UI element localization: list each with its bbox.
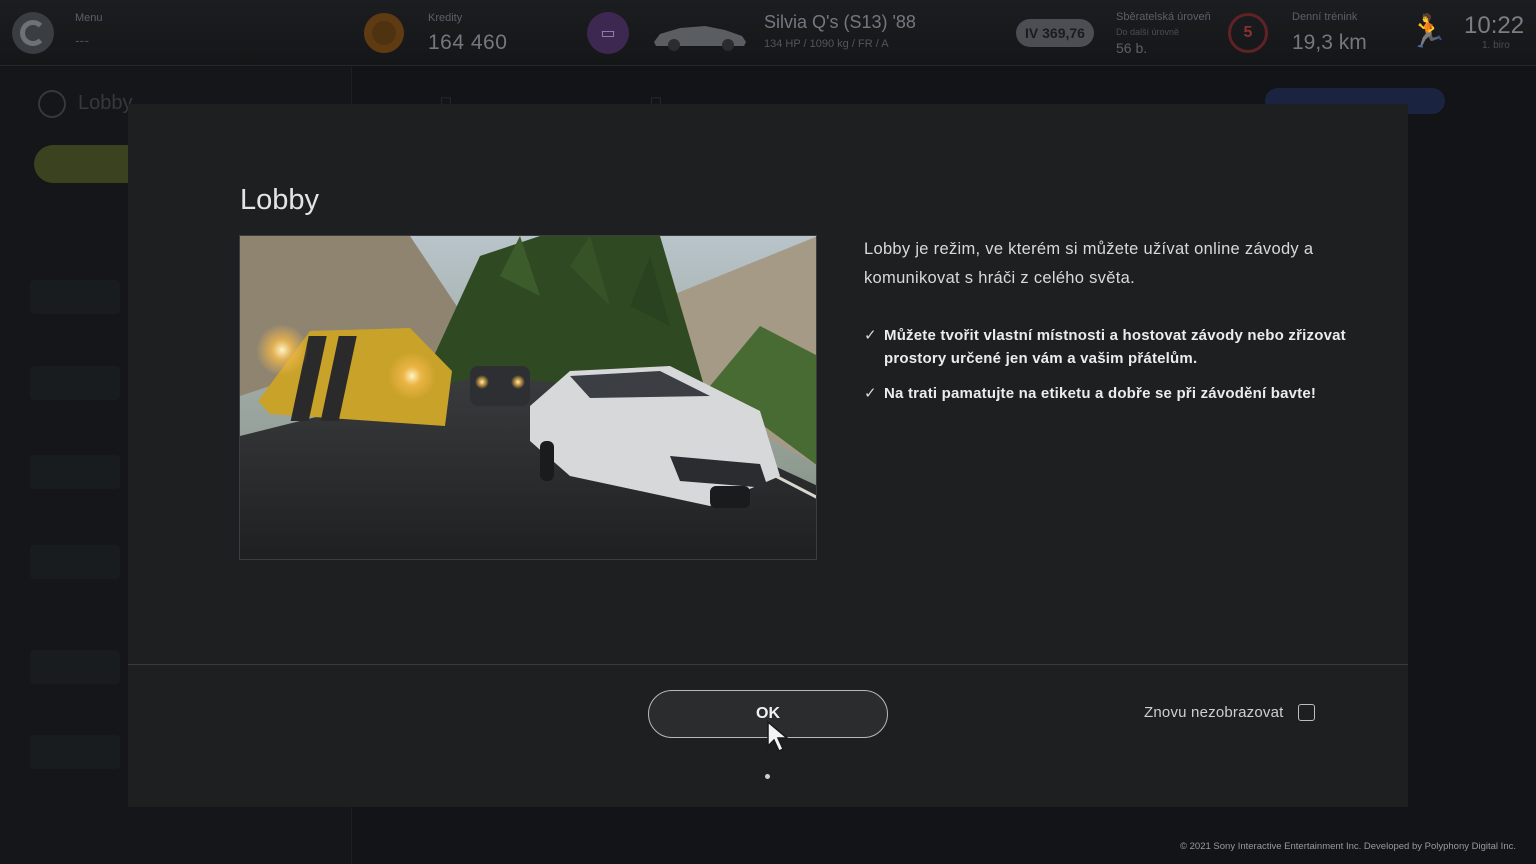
background-row bbox=[30, 735, 120, 769]
lobby-intro-dialog: Lobby Lobby je režim, ve kterém si můžet… bbox=[128, 104, 1408, 807]
collector-points: 56 b. bbox=[1116, 40, 1148, 56]
background-row bbox=[30, 455, 120, 489]
dialog-title: Lobby bbox=[240, 184, 320, 216]
runner-icon: 🏃 bbox=[1408, 13, 1448, 49]
collector-level-sub: Do další úrovně bbox=[1116, 27, 1180, 37]
feature-item: ✓ Můžete tvořit vlastní místnosti a host… bbox=[864, 324, 1384, 370]
pointer-cursor-icon bbox=[767, 720, 790, 753]
background-title: Lobby bbox=[78, 92, 133, 114]
globe-icon bbox=[38, 90, 66, 118]
lobby-hero-image bbox=[239, 235, 817, 560]
clock-time: 10:22 bbox=[1464, 12, 1525, 39]
gran-turismo-logo-icon[interactable] bbox=[12, 12, 54, 54]
daily-workout-label: Denní trénink bbox=[1292, 11, 1358, 23]
car-name: Silvia Q's (S13) '88 bbox=[764, 12, 916, 32]
check-icon: ✓ bbox=[864, 327, 877, 344]
daily-workout-value: 19,3 km bbox=[1292, 31, 1367, 54]
collector-level-ring: 5 bbox=[1228, 13, 1268, 53]
dont-show-again-toggle[interactable]: Znovu nezobrazovat bbox=[1144, 704, 1315, 721]
dont-show-again-label: Znovu nezobrazovat bbox=[1144, 704, 1284, 721]
feature-item-text: Na trati pamatujte na etiketu a dobře se… bbox=[884, 385, 1317, 402]
background-row bbox=[30, 650, 120, 684]
car-spec: 134 HP / 1090 kg / FR / A bbox=[764, 38, 889, 50]
feature-item: ✓ Na trati pamatujte na etiketu a dobře … bbox=[864, 382, 1384, 405]
performance-rating-badge: IV 369,76 bbox=[1016, 19, 1094, 47]
background-row bbox=[30, 545, 120, 579]
credits-label: Kredity bbox=[428, 12, 463, 24]
feature-item-text: Můžete tvořit vlastní místnosti a hostov… bbox=[884, 327, 1346, 367]
dont-show-again-checkbox[interactable] bbox=[1297, 704, 1315, 721]
credits-value: 164 460 bbox=[428, 31, 508, 54]
feature-list: ✓ Můžete tvořit vlastní místnosti a host… bbox=[864, 324, 1384, 417]
page-indicator-dot bbox=[765, 774, 770, 779]
dialog-description: Lobby je režim, ve kterém si můžete užív… bbox=[864, 240, 1314, 287]
credits-coin-icon bbox=[364, 13, 404, 53]
clock-sub: 1. biro bbox=[1482, 40, 1510, 51]
copyright-notice: © 2021 Sony Interactive Entertainment In… bbox=[1180, 841, 1516, 852]
background-row bbox=[30, 366, 120, 400]
collector-level-label: Sběratelská úroveň bbox=[1116, 11, 1211, 23]
garage-icon[interactable]: ▭ bbox=[587, 12, 629, 54]
racing-scene-illustration bbox=[240, 236, 816, 559]
dialog-divider bbox=[128, 664, 1408, 665]
check-icon: ✓ bbox=[864, 385, 877, 402]
background-row bbox=[30, 280, 120, 314]
menu-sub: --- bbox=[75, 32, 89, 48]
menu-label: Menu bbox=[75, 12, 103, 24]
car-icon bbox=[654, 26, 746, 51]
top-status-bar: Menu --- Kredity 164 460 ▭ Silvia Q's (S… bbox=[0, 0, 1536, 66]
